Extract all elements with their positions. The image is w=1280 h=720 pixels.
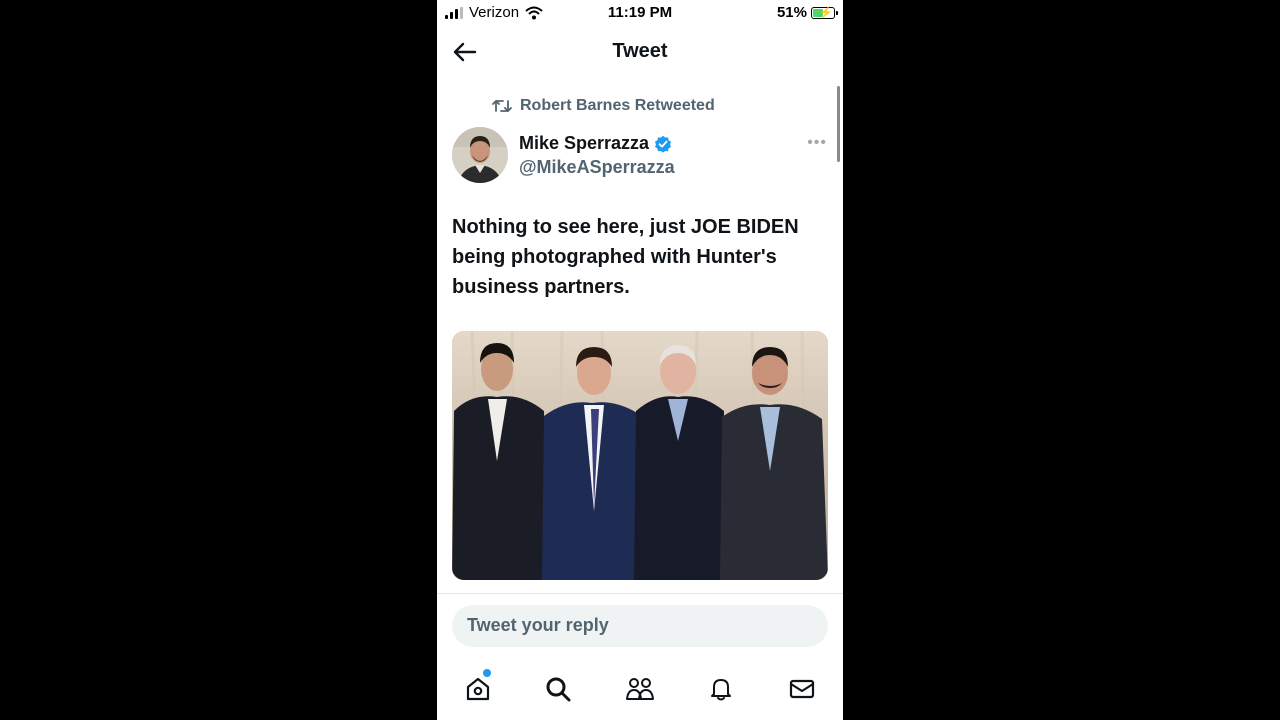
author-handle[interactable]: @MikeASperrazza	[519, 157, 675, 178]
communities-icon	[626, 678, 654, 700]
tab-home[interactable]	[461, 672, 495, 706]
retweeted-by-label: Robert Barnes Retweeted	[520, 97, 715, 114]
tab-notifications[interactable]	[704, 672, 738, 706]
avatar[interactable]	[452, 127, 508, 183]
status-bar: Verizon 11:19 PM 51% ⚡	[437, 0, 843, 26]
photo-group-of-men	[452, 331, 828, 580]
more-options-icon[interactable]: •••	[807, 134, 827, 152]
tab-search[interactable]	[541, 672, 575, 706]
phone-screen: Verizon 11:19 PM 51% ⚡ Tweet Robert Barn…	[437, 0, 843, 720]
bell-icon	[711, 679, 731, 701]
retweet-icon	[492, 100, 512, 112]
envelope-icon	[789, 679, 815, 699]
verified-badge-icon	[655, 135, 672, 153]
avatar-image	[452, 127, 508, 183]
search-icon	[546, 677, 571, 702]
retweet-context[interactable]: Robert Barnes Retweeted	[492, 97, 715, 115]
tab-communities[interactable]	[623, 672, 657, 706]
status-right: 51% ⚡	[776, 4, 838, 21]
divider	[437, 593, 843, 594]
battery-charging-icon: ⚡	[811, 6, 838, 19]
charging-bolt-icon: ⚡	[819, 6, 833, 19]
reply-placeholder: Tweet your reply	[467, 615, 609, 635]
tab-bar	[437, 660, 843, 720]
author-name[interactable]: Mike Sperrazza	[519, 133, 672, 154]
home-icon	[466, 677, 490, 701]
page-title: Tweet	[612, 40, 668, 62]
tweet-text: Nothing to see here, just JOE BIDEN bein…	[452, 216, 799, 298]
tab-messages[interactable]	[785, 672, 819, 706]
nav-bar: Tweet	[437, 28, 843, 80]
tweet-photo[interactable]	[452, 331, 828, 580]
author-name-label: Mike Sperrazza	[519, 133, 650, 153]
reply-input[interactable]: Tweet your reply	[452, 605, 828, 647]
scrollbar[interactable]	[837, 86, 840, 162]
battery-percent: 51%	[776, 4, 807, 21]
notification-dot	[483, 669, 491, 677]
